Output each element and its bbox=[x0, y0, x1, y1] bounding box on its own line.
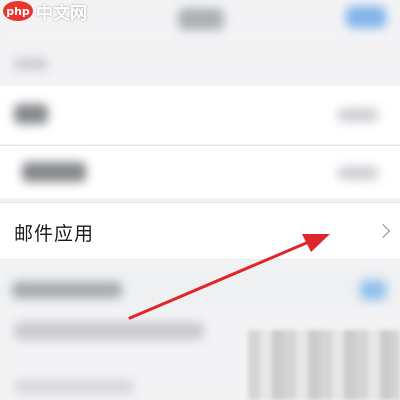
settings-row[interactable] bbox=[14, 380, 134, 394]
watermark: php 中文网 bbox=[2, 0, 87, 24]
svg-text:php: php bbox=[6, 5, 30, 18]
settings-row[interactable] bbox=[14, 322, 204, 340]
php-logo: php bbox=[3, 1, 33, 21]
page-title bbox=[178, 8, 224, 30]
watermark-text: 中文网 bbox=[36, 3, 87, 24]
mail-app-row[interactable]: 邮件应用 bbox=[0, 202, 400, 260]
settings-row[interactable] bbox=[0, 146, 400, 198]
mail-app-label: 邮件应用 bbox=[14, 223, 95, 245]
toggle[interactable] bbox=[360, 280, 386, 300]
section-header bbox=[14, 58, 48, 70]
chevron-right-icon bbox=[375, 223, 391, 239]
top-right-button[interactable] bbox=[346, 6, 386, 28]
settings-row[interactable] bbox=[0, 268, 400, 308]
pixelated-area bbox=[248, 330, 400, 400]
settings-row[interactable] bbox=[0, 86, 400, 144]
